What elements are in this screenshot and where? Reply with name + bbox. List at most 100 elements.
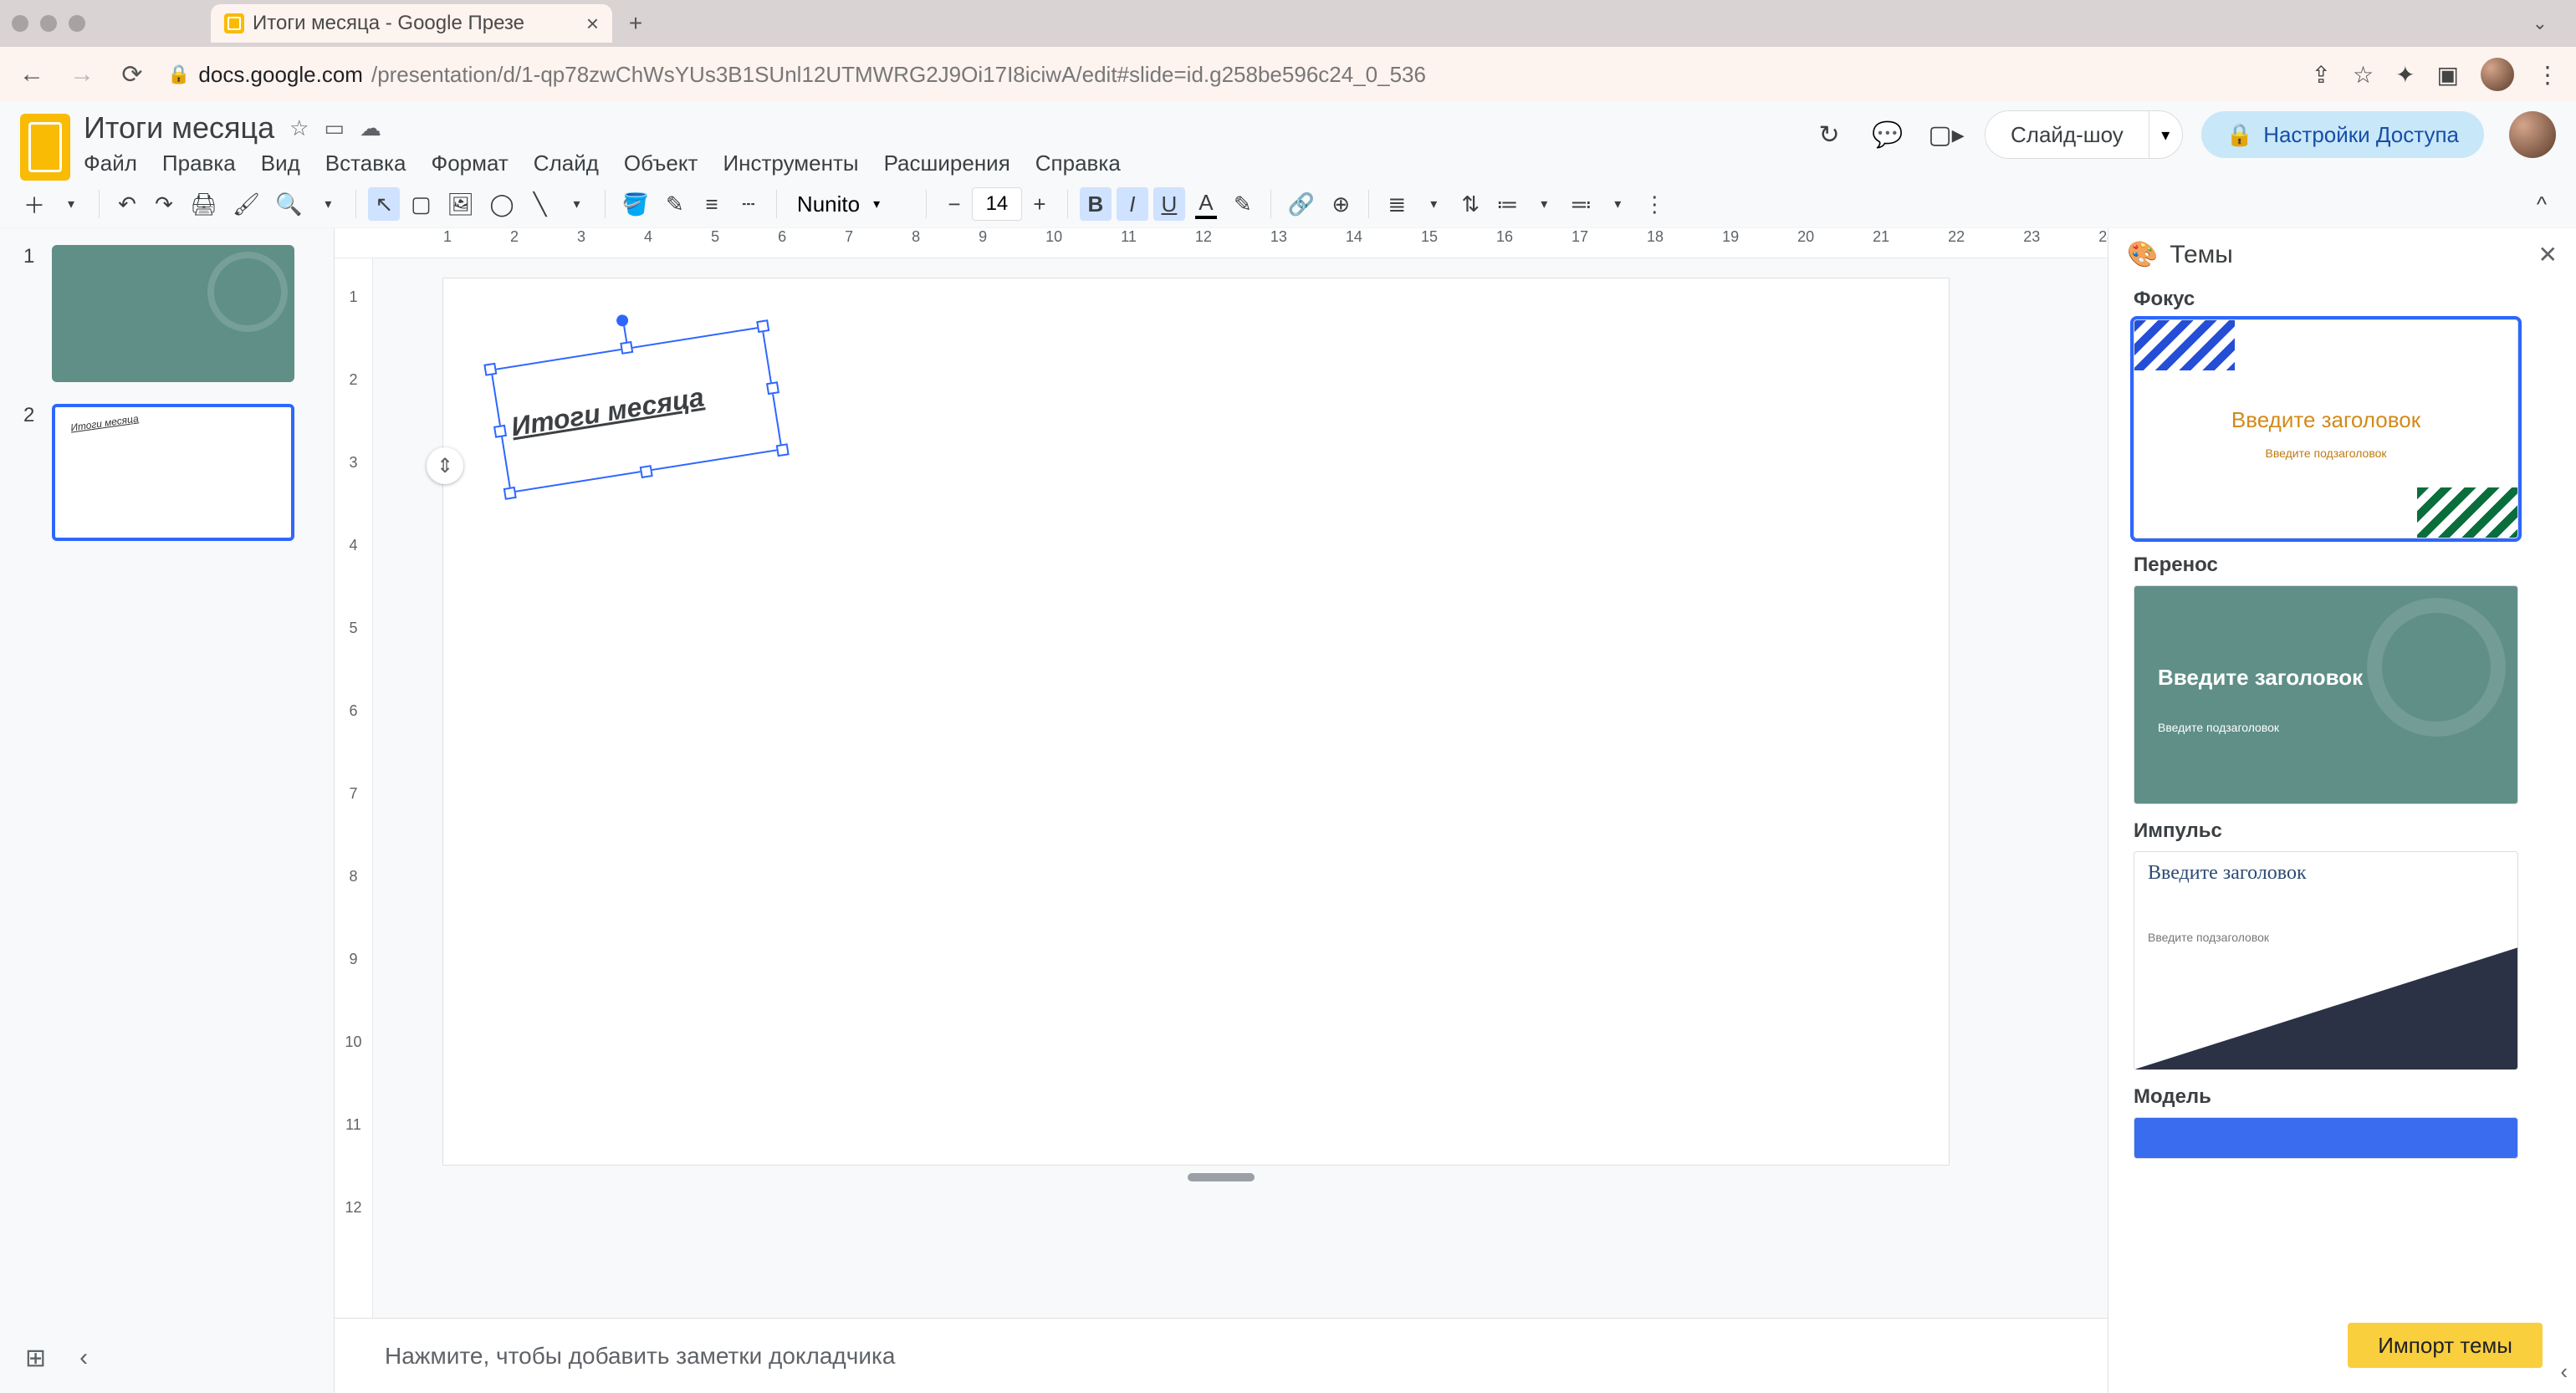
resize-se[interactable] (776, 443, 790, 457)
import-theme-button[interactable]: Импорт темы (2348, 1323, 2543, 1368)
history-icon[interactable]: ↻ (1809, 115, 1849, 155)
textbox-tool[interactable]: ▢ (405, 187, 437, 221)
url-field[interactable]: 🔒 docs.google.com/presentation/d/1-qp78z… (167, 62, 2291, 88)
paint-format-button[interactable]: 🖌 (227, 187, 265, 221)
insert-link-button[interactable]: 🔗 (1283, 187, 1320, 221)
menu-tools[interactable]: Инструменты (723, 151, 858, 176)
theme-card-impulse[interactable]: Введите заголовок Введите подзаголовок (2134, 851, 2518, 1070)
new-slide-dropdown[interactable]: ▾ (55, 187, 87, 221)
slides-logo-icon[interactable] (20, 114, 70, 181)
zoom-dropdown[interactable]: ▾ (312, 187, 344, 221)
select-tool[interactable]: ↖ (368, 187, 400, 221)
underline-button[interactable]: U (1153, 187, 1185, 221)
window-close-dot[interactable] (12, 15, 28, 32)
new-slide-button[interactable]: ＋ (18, 187, 50, 221)
italic-button[interactable]: I (1117, 187, 1148, 221)
image-tool[interactable]: 🖼 (442, 187, 479, 221)
forward-button[interactable]: → (67, 59, 97, 89)
menu-view[interactable]: Вид (261, 151, 300, 176)
numbered-list-button[interactable]: ≕ (1565, 187, 1597, 221)
align-button[interactable]: ≣ (1381, 187, 1413, 221)
window-chevron-icon[interactable]: ⌄ (2533, 13, 2548, 34)
line-spacing-button[interactable]: ⇅ (1454, 187, 1486, 221)
share-button[interactable]: 🔒 Настройки Доступа (2201, 111, 2484, 158)
align-dropdown[interactable]: ▾ (1418, 187, 1449, 221)
move-doc-icon[interactable]: ▭ (324, 115, 345, 141)
border-weight-button[interactable]: ≡ (696, 187, 728, 221)
theme-card-model[interactable] (2134, 1117, 2518, 1159)
print-button[interactable]: 🖨 (185, 187, 222, 221)
slideshow-button[interactable]: Слайд-шоу (1986, 111, 2149, 158)
menu-format[interactable]: Формат (431, 151, 508, 176)
menu-file[interactable]: Файл (84, 151, 137, 176)
bold-button[interactable]: B (1080, 187, 1112, 221)
resize-s[interactable] (640, 465, 653, 478)
menu-insert[interactable]: Вставка (325, 151, 406, 176)
resize-nw[interactable] (483, 363, 497, 376)
tab-close-icon[interactable]: × (586, 11, 599, 37)
undo-button[interactable]: ↶ (111, 187, 143, 221)
share-icon[interactable]: ⇪ (2311, 61, 2330, 89)
bulleted-list-button[interactable]: ≔ (1491, 187, 1523, 221)
selected-textbox[interactable]: Итоги месяца (490, 326, 782, 493)
window-controls[interactable] (12, 15, 85, 32)
resize-sw[interactable] (503, 487, 517, 500)
meet-icon[interactable]: ▢▸ (1926, 115, 1966, 155)
menu-edit[interactable]: Правка (162, 151, 236, 176)
browser-tab[interactable]: Итоги месяца - Google Презе × (211, 4, 612, 43)
slide-canvas[interactable]: Итоги месяца (443, 278, 1949, 1165)
thumbnail-2[interactable]: 2 Итоги месяца (23, 404, 310, 541)
theme-card-perenos[interactable]: Введите заголовок Введите подзаголовок (2134, 585, 2518, 804)
sidepanel-icon[interactable]: ▣ (2437, 61, 2459, 89)
grid-view-icon[interactable]: ⊞ (25, 1344, 46, 1373)
window-zoom-dot[interactable] (69, 15, 85, 32)
doc-title[interactable]: Итоги месяца (84, 110, 274, 145)
reload-button[interactable]: ⟳ (117, 59, 147, 89)
comments-icon[interactable]: 💬 (1868, 115, 1908, 155)
rotate-handle[interactable] (616, 314, 629, 327)
star-doc-icon[interactable]: ☆ (289, 115, 309, 141)
theme-card-focus[interactable]: Введите заголовок Введите подзаголовок (2134, 319, 2518, 538)
star-icon[interactable]: ☆ (2353, 61, 2374, 89)
resize-e[interactable] (766, 381, 779, 395)
highlight-button[interactable]: ✎ (1227, 187, 1259, 221)
fill-color-button[interactable]: 🪣 (617, 187, 654, 221)
bulleted-dropdown[interactable]: ▾ (1528, 187, 1560, 221)
back-button[interactable]: ← (17, 59, 47, 89)
menu-extensions[interactable]: Расширения (884, 151, 1010, 176)
fit-handle-icon[interactable]: ⇕ (427, 447, 463, 484)
speaker-notes[interactable]: Нажмите, чтобы добавить заметки докладчи… (335, 1318, 2108, 1393)
text-color-button[interactable]: A (1190, 187, 1222, 221)
resize-ne[interactable] (756, 319, 769, 333)
redo-button[interactable]: ↷ (148, 187, 180, 221)
thumbnail-1[interactable]: 1 (23, 245, 310, 382)
border-dash-button[interactable]: ┄ (733, 187, 764, 221)
resize-n[interactable] (620, 341, 633, 355)
zoom-button[interactable]: 🔍 (270, 187, 307, 221)
line-dropdown[interactable]: ▾ (561, 187, 593, 221)
window-minimize-dot[interactable] (40, 15, 57, 32)
explore-toggle-icon[interactable]: ‹ (2560, 1359, 2568, 1385)
account-avatar[interactable] (2509, 111, 2556, 158)
font-size-increase[interactable]: + (1024, 187, 1055, 221)
extensions-icon[interactable]: ✦ (2395, 61, 2415, 89)
border-color-button[interactable]: ✎ (659, 187, 691, 221)
line-tool[interactable]: ╲ (524, 187, 556, 221)
collapse-toolbar[interactable]: ^ (2526, 187, 2558, 221)
insert-comment-button[interactable]: ⊕ (1325, 187, 1357, 221)
more-tools[interactable]: ⋮ (1638, 187, 1670, 221)
font-size-decrease[interactable]: − (938, 187, 970, 221)
close-themes-icon[interactable]: ✕ (2538, 241, 2558, 268)
menu-slide[interactable]: Слайд (534, 151, 599, 176)
numbered-dropdown[interactable]: ▾ (1602, 187, 1633, 221)
menu-help[interactable]: Справка (1035, 151, 1121, 176)
font-size-input[interactable] (972, 187, 1022, 221)
font-select[interactable]: Nunito ▾ (789, 191, 914, 217)
shape-tool[interactable]: ◯ (484, 187, 519, 221)
resize-w[interactable] (493, 425, 507, 438)
slideshow-dropdown[interactable]: ▾ (2149, 111, 2182, 158)
profile-avatar[interactable] (2481, 58, 2514, 91)
kebab-icon[interactable]: ⋮ (2536, 61, 2559, 89)
collapse-filmstrip-icon[interactable]: ‹ (79, 1344, 88, 1373)
notes-resize-handle[interactable] (1188, 1173, 1255, 1181)
